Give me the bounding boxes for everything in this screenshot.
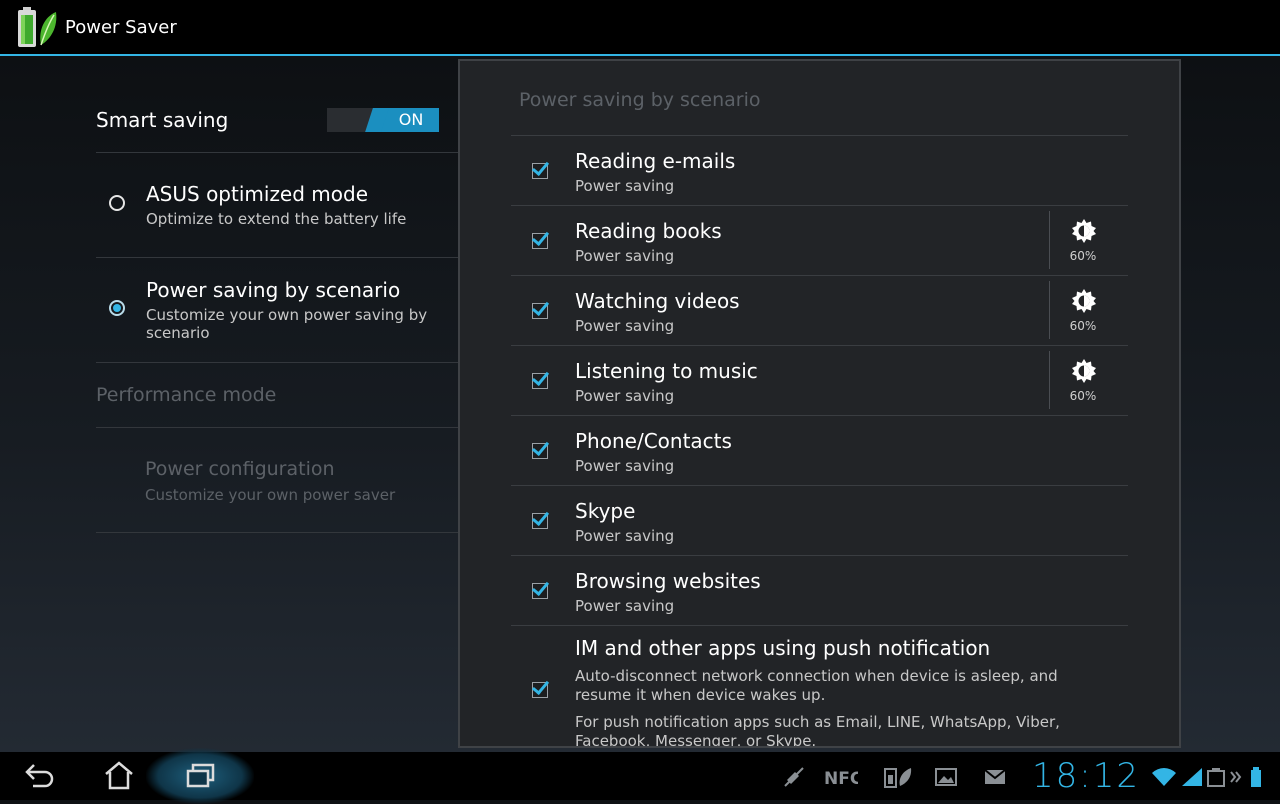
clock: 18:12 [1032, 756, 1140, 796]
scenario-title: Phone/Contacts [575, 429, 732, 453]
scenario-item-reading-books[interactable]: Reading books Power saving 60% [511, 205, 1128, 275]
scenario-item-im-push-notification[interactable]: IM and other apps using push notificatio… [511, 625, 1128, 748]
divider [1049, 281, 1050, 339]
mode-title: Power saving by scenario [146, 278, 401, 302]
scenario-title: Reading e-mails [575, 149, 736, 173]
scenario-checkbox[interactable] [532, 233, 548, 249]
recent-apps-icon[interactable] [184, 760, 218, 792]
nfc-icon: NFC [824, 769, 858, 788]
mail-icon [984, 769, 1006, 784]
svg-text:NFC: NFC [824, 769, 858, 788]
scenario-title: Watching videos [575, 289, 740, 313]
action-bar: Power Saver [0, 0, 1280, 56]
storage-icon [1207, 768, 1225, 787]
system-bar: NFC 18:12 [0, 748, 1280, 804]
scenario-checkbox[interactable] [532, 303, 548, 319]
brightness-icon[interactable] [1072, 289, 1096, 313]
power-configuration-subtitle: Customize your own power saver [145, 486, 396, 504]
scenario-title: Skype [575, 499, 636, 523]
scenario-subtitle: Power saving [575, 527, 675, 545]
scenario-title: Listening to music [575, 359, 758, 383]
mode-subtitle: Customize your own power saving by scena… [146, 306, 428, 342]
scenario-title: Reading books [575, 219, 722, 243]
brightness-icon[interactable] [1072, 219, 1096, 243]
battery-saver-icon [884, 768, 912, 788]
mute-icon [784, 767, 804, 787]
wifi-icon [1152, 768, 1176, 786]
scenario-checkbox[interactable] [532, 583, 548, 599]
scenario-item-browsing-websites[interactable]: Browsing websites Power saving [511, 555, 1128, 625]
scenario-item-phone-contacts[interactable]: Phone/Contacts Power saving [511, 415, 1128, 485]
smart-saving-label: Smart saving [96, 108, 229, 132]
battery-icon [1251, 767, 1261, 787]
mode-power-saving-by-scenario[interactable]: Power saving by scenario Customize your … [96, 258, 458, 363]
power-configuration-row: Power configuration Customize your own p… [96, 428, 458, 533]
scenario-panel: Power saving by scenario Reading e-mails… [458, 59, 1181, 748]
mode-asus-optimized[interactable]: ASUS optimized mode Optimize to extend t… [96, 153, 458, 258]
scenario-list: Reading e-mails Power saving Reading boo… [511, 135, 1128, 748]
image-icon [935, 768, 957, 786]
power-saving-scenario-radio[interactable] [109, 300, 125, 316]
scenario-subtitle: Power saving [575, 597, 675, 615]
scenario-subtitle: Power saving [575, 247, 675, 265]
mode-subtitle: Optimize to extend the battery life [146, 210, 407, 228]
smart-saving-toggle[interactable]: ON [327, 108, 439, 132]
toggle-thumb: ON [377, 108, 439, 132]
scenario-subtitle: Power saving [575, 387, 675, 405]
power-configuration-title: Power configuration [145, 458, 335, 480]
scenario-checkbox[interactable] [532, 513, 548, 529]
brightness-value: 60% [1069, 319, 1097, 333]
scenario-subtitle: Power saving [575, 317, 675, 335]
mode-title: ASUS optimized mode [146, 182, 369, 206]
asus-optimized-radio[interactable] [109, 195, 125, 211]
scenario-item-listening-to-music[interactable]: Listening to music Power saving 60% [511, 345, 1128, 415]
divider [1049, 211, 1050, 269]
scenario-subtitle: Power saving [575, 177, 675, 195]
performance-mode-label: Performance mode [96, 384, 277, 406]
signal-icon [1182, 768, 1202, 786]
back-icon[interactable] [23, 760, 57, 792]
scenario-title: Browsing websites [575, 569, 761, 593]
performance-mode-header: Performance mode [96, 363, 458, 428]
app-title: Power Saver [65, 16, 177, 38]
battery-leaf-icon [14, 5, 58, 49]
scenario-note: For push notification apps such as Email… [575, 713, 1060, 748]
divider [1049, 351, 1050, 409]
smart-saving-row: Smart saving ON [96, 88, 458, 153]
scenario-item-skype[interactable]: Skype Power saving [511, 485, 1128, 555]
scenario-item-reading-emails[interactable]: Reading e-mails Power saving [511, 135, 1128, 205]
scenario-title: IM and other apps using push notificatio… [575, 636, 991, 660]
scenario-checkbox[interactable] [532, 373, 548, 389]
toggle-state-label: ON [398, 110, 424, 129]
scenario-checkbox[interactable] [532, 682, 548, 698]
brightness-value: 60% [1069, 389, 1097, 403]
home-icon[interactable] [102, 760, 136, 792]
scenario-description: Auto-disconnect network connection when … [575, 667, 1058, 704]
more-indicator-icon [1230, 771, 1242, 783]
brightness-value: 60% [1069, 249, 1097, 263]
scenario-checkbox[interactable] [532, 163, 548, 179]
brightness-icon[interactable] [1072, 359, 1096, 383]
scenario-subtitle: Power saving [575, 457, 675, 475]
scenario-item-watching-videos[interactable]: Watching videos Power saving 60% [511, 275, 1128, 345]
panel-title: Power saving by scenario [519, 89, 761, 111]
scenario-checkbox[interactable] [532, 443, 548, 459]
